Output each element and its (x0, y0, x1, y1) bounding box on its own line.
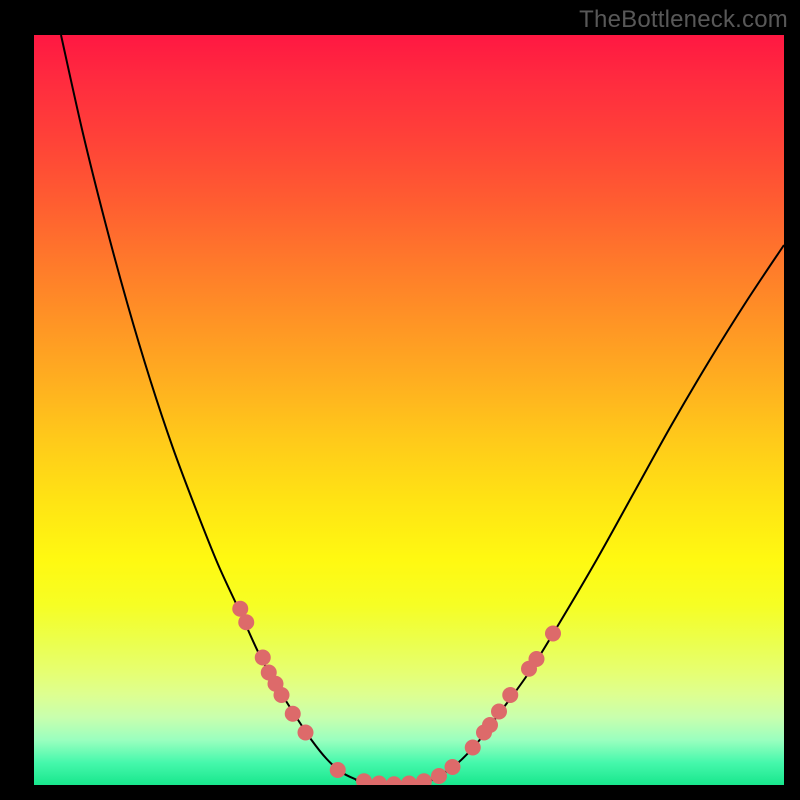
curve-marker (545, 625, 561, 641)
curve-overlay (34, 35, 784, 785)
curve-marker (238, 614, 254, 630)
curve-marker (273, 687, 289, 703)
curve-marker (482, 717, 498, 733)
curve-marker (255, 649, 271, 665)
curve-markers (232, 601, 561, 785)
curve-marker (502, 687, 518, 703)
curve-marker (330, 762, 346, 778)
chart-frame: TheBottleneck.com (0, 0, 800, 800)
curve-marker (444, 759, 460, 775)
curve-marker (371, 775, 387, 785)
curve-marker (297, 724, 313, 740)
watermark-text: TheBottleneck.com (579, 6, 788, 34)
curve-marker (465, 739, 481, 755)
curve-marker (491, 703, 507, 719)
bottleneck-curve (61, 35, 784, 784)
plot-area (34, 35, 784, 785)
curve-marker (528, 651, 544, 667)
curve-marker (416, 773, 432, 785)
curve-marker (356, 773, 372, 785)
curve-marker (431, 768, 447, 784)
bottleneck-curve-path (61, 35, 784, 784)
curve-marker (401, 775, 417, 785)
curve-marker (386, 776, 402, 785)
curve-marker (285, 706, 301, 722)
